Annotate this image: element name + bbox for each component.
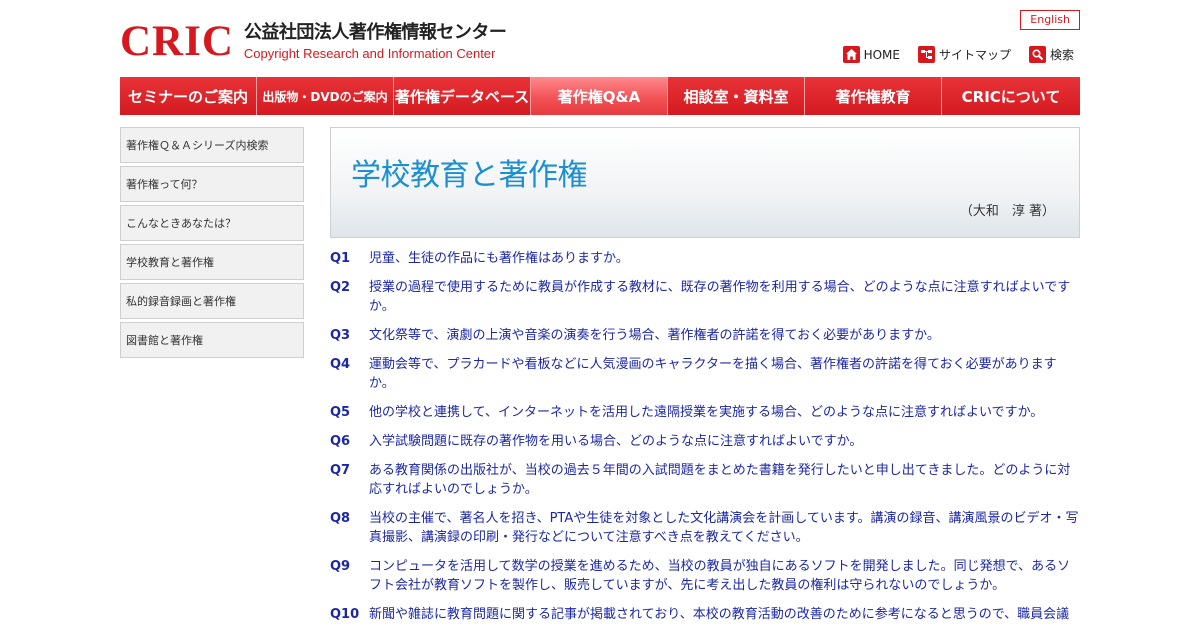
question-number: Q1	[330, 251, 351, 266]
question-item: Q10 新聞や雑誌に教育問題に関する記事が掲載されており、本校の教育活動の改善のた…	[330, 605, 1080, 624]
question-item: Q8 当校の主催で、著名人を招き、PTAや生徒を対象とした文化講演会を計画していま…	[330, 509, 1080, 547]
question-number: Q4	[330, 357, 351, 372]
english-button[interactable]: English	[1020, 10, 1080, 30]
home-icon	[842, 46, 860, 63]
question-link[interactable]: 児童、生徒の作品にも著作権はありますか。	[369, 249, 1080, 268]
nav-database[interactable]: 著作権データベース	[394, 77, 531, 115]
question-item: Q4 運動会等で、プラカードや看板などに人気漫画のキャラクターを描く場合、著作権者…	[330, 355, 1080, 393]
sitemap-icon	[917, 46, 935, 63]
question-item: Q2 授業の過程で使用するために教員が作成する教材に、既存の著作物を利用する場合、…	[330, 278, 1080, 316]
question-item: Q5 他の学校と連携して、インターネットを活用した遠隔授業を実施する場合、どのよう…	[330, 403, 1080, 422]
question-number: Q8	[330, 511, 351, 526]
question-link[interactable]: 当校の主催で、著名人を招き、PTAや生徒を対象とした文化講演会を計画しています。…	[369, 509, 1080, 547]
home-link[interactable]: HOME	[842, 46, 900, 63]
question-link[interactable]: 文化祭等で、演劇の上演や音楽の演奏を行う場合、著作権者の許諾を得ておく必要があり…	[369, 326, 1080, 345]
sidebar-item-library[interactable]: 図書館と著作権	[120, 322, 304, 358]
question-link[interactable]: 新聞や雑誌に教育問題に関する記事が掲載されており、本校の教育活動の改善のために参…	[369, 605, 1080, 624]
question-item: Q9 コンピュータを活用して数学の授業を進めるため、当校の教員が独自にあるソフトを…	[330, 557, 1080, 595]
main-content: 学校教育と著作権 （大和 淳 著） Q1 児童、生徒の作品にも著作権はありますか。…	[330, 127, 1080, 634]
question-number: Q7	[330, 463, 351, 478]
utility-links: HOME サイトマップ 検索	[842, 46, 1074, 63]
question-number: Q10	[330, 607, 360, 622]
nav-about[interactable]: CRICについて	[942, 77, 1080, 115]
search-link-label: 検索	[1049, 48, 1074, 62]
sidebar-item-school-education[interactable]: 学校教育と著作権	[120, 244, 304, 280]
question-item: Q7 ある教育関係の出版社が、当校の過去５年間の入試問題をまとめた書籍を発行したい…	[330, 461, 1080, 499]
logo-english-name: Copyright Research and Information Cente…	[243, 46, 496, 61]
question-link[interactable]: 授業の過程で使用するために教員が作成する教材に、既存の著作物を利用する場合、どの…	[369, 278, 1080, 316]
question-item: Q6 入学試験問題に既存の著作物を用いる場合、どのような点に注意すればよいですか。	[330, 432, 1080, 451]
question-number: Q6	[330, 434, 351, 449]
question-link[interactable]: コンピュータを活用して数学の授業を進めるため、当校の教員が独自にあるソフトを開発…	[369, 557, 1080, 595]
home-link-label: HOME	[863, 47, 900, 62]
page-title: 学校教育と著作権	[351, 158, 588, 193]
question-list: Q1 児童、生徒の作品にも著作権はありますか。 Q2 授業の過程で使用するために教員が…	[330, 249, 1080, 624]
question-link[interactable]: 入学試験問題に既存の著作物を用いる場合、どのような点に注意すればよいですか。	[369, 432, 1080, 451]
search-icon	[1028, 46, 1046, 63]
sidebar-item-private-recording[interactable]: 私的録音録画と著作権	[120, 283, 304, 319]
question-number: Q5	[330, 405, 351, 420]
sitemap-link[interactable]: サイトマップ	[917, 46, 1011, 63]
sidebar-item-what-is-copyright[interactable]: 著作権って何？	[120, 166, 304, 202]
site-logo[interactable]: CRIC 公益社団法人著作権情報センター Copyright Research …	[120, 18, 507, 65]
global-nav: セミナーのご案内 出版物・DVDのご案内 著作権データベース 著作権Q&A 相談…	[120, 77, 1080, 115]
sidebar-item-what-would-you-do[interactable]: こんなときあなたは？	[120, 205, 304, 241]
search-link[interactable]: 検索	[1028, 46, 1074, 63]
sidebar-item-search[interactable]: 著作権Ｑ＆Ａシリーズ内検索	[120, 127, 304, 163]
nav-education[interactable]: 著作権教育	[805, 77, 942, 115]
sidebar: 著作権Ｑ＆Ａシリーズ内検索 著作権って何？ こんなときあなたは？ 学校教育と著作…	[120, 127, 304, 361]
question-number: Q9	[330, 559, 351, 574]
question-item: Q3 文化祭等で、演劇の上演や音楽の演奏を行う場合、著作権者の許諾を得ておく必要が…	[330, 326, 1080, 345]
logo-mark: CRIC	[120, 18, 234, 65]
nav-seminar[interactable]: セミナーのご案内	[120, 77, 257, 115]
question-number: Q3	[330, 328, 351, 343]
logo-japanese-name: 公益社団法人著作権情報センター	[243, 22, 507, 43]
nav-qa[interactable]: 著作権Q&A	[531, 77, 668, 115]
title-box: 学校教育と著作権 （大和 淳 著）	[330, 127, 1080, 238]
question-link[interactable]: 他の学校と連携して、インターネットを活用した遠隔授業を実施する場合、どのような点…	[369, 403, 1080, 422]
question-number: Q2	[330, 280, 351, 295]
page: CRIC 公益社団法人著作権情報センター Copyright Research …	[120, 0, 1080, 630]
logo-text: 公益社団法人著作権情報センター Copyright Research and I…	[244, 20, 507, 62]
nav-publications[interactable]: 出版物・DVDのご案内	[257, 77, 394, 115]
nav-consultation[interactable]: 相談室・資料室	[668, 77, 805, 115]
author-credit: （大和 淳 著）	[959, 204, 1055, 219]
question-item: Q1 児童、生徒の作品にも著作権はありますか。	[330, 249, 1080, 268]
sitemap-link-label: サイトマップ	[938, 48, 1011, 62]
question-link[interactable]: 運動会等で、プラカードや看板などに人気漫画のキャラクターを描く場合、著作権者の許…	[369, 355, 1080, 393]
question-link[interactable]: ある教育関係の出版社が、当校の過去５年間の入試問題をまとめた書籍を発行したいと申…	[369, 461, 1080, 499]
